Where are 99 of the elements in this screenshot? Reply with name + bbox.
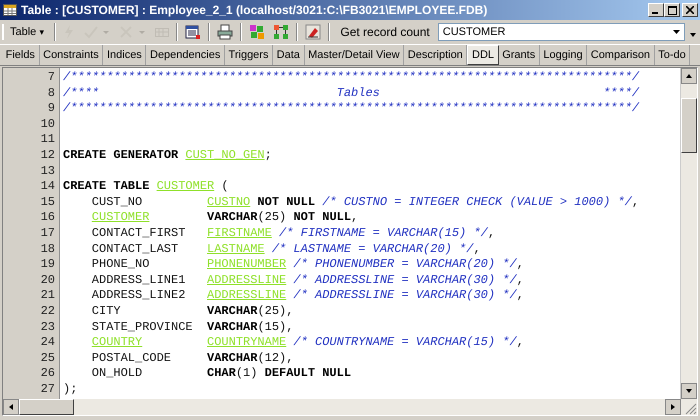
sql-comment: /* LASTNAME = VARCHAR(20) */ [272, 242, 474, 256]
tab[interactable]: Grants [498, 45, 540, 65]
object-combo[interactable]: CUSTOMER [438, 23, 685, 41]
sql-keyword: VARCHAR [207, 304, 258, 318]
maximize-icon [668, 6, 676, 14]
sql-comment: /* FIRSTNAME = VARCHAR(15) */ [279, 226, 488, 240]
sql-keyword: NOT NULL [293, 210, 352, 224]
code-text: (25), [257, 304, 294, 318]
close-icon [686, 6, 694, 14]
line-number: 21 [40, 288, 56, 304]
code-text: , [516, 272, 524, 287]
line-number: 10 [40, 116, 56, 132]
code-text: , [488, 226, 496, 240]
line-number: 23 [40, 320, 56, 336]
column-name: STATE_PROVINCE [92, 320, 193, 334]
tab[interactable]: To-do [654, 45, 690, 65]
code-text: ); [63, 382, 78, 396]
tab[interactable]: Data [273, 45, 304, 65]
sql-keyword: CHAR [207, 366, 236, 380]
line-number: 14 [40, 179, 56, 195]
get-record-count-button[interactable]: Get record count [334, 23, 436, 41]
line-number: 9 [46, 101, 56, 117]
tab[interactable]: Indices [103, 45, 146, 65]
code-text: (15), [257, 320, 294, 334]
line-number: 7 [46, 70, 56, 86]
sql-comment: /**** Tables ****/ [63, 86, 640, 100]
code-text: , [351, 210, 358, 224]
line-number: 26 [40, 366, 56, 382]
code-text: , [473, 242, 481, 256]
sql-comment: /******************************************************************************/ [63, 70, 640, 84]
sql-keyword: DEFAULT NULL [264, 366, 352, 380]
column-name: CONTACT_LAST [92, 242, 178, 256]
maximize-button[interactable] [664, 3, 680, 17]
scroll-down-icon[interactable] [681, 383, 697, 399]
sql-keyword: VARCHAR [207, 210, 258, 224]
code-text: , [632, 194, 640, 209]
column-name: ADDRESS_LINE2 [92, 288, 186, 302]
line-number: 17 [40, 226, 56, 242]
line-number: 8 [46, 86, 56, 102]
sql-comment: /* ADDRESSLINE = VARCHAR(30) */ [293, 288, 517, 302]
sql-keyword: VARCHAR [207, 320, 258, 334]
code-text: , [516, 335, 524, 350]
code-text: (1) [236, 366, 258, 380]
line-number: 11 [40, 132, 56, 148]
line-number: 25 [40, 350, 56, 366]
line-number: 22 [40, 304, 56, 320]
chevron-icon[interactable] [690, 33, 696, 37]
sql-comment: /* CUSTNO = INTEGER CHECK (VALUE > 1000) */ [322, 194, 632, 209]
scroll-thumb[interactable] [681, 98, 697, 153]
tab[interactable]: Triggers [224, 45, 274, 65]
code-text: ( [221, 179, 229, 194]
sql-comment: /* PHONENUMBER = VARCHAR(20) */ [293, 257, 517, 272]
horizontal-scrollbar[interactable] [3, 399, 697, 415]
line-number: 12 [40, 148, 56, 164]
column-name: ON_HOLD [92, 366, 142, 380]
column-name: CONTACT_FIRST [92, 226, 186, 240]
window-title: Table : [CUSTOMER] : Employee_2_1 (localhost/3021:C:\FB3021\EMPLOYEE.FDB) [21, 3, 488, 17]
tab[interactable]: Constraints [40, 45, 104, 65]
sql-comment: /* COUNTRYNAME = VARCHAR(15) */ [293, 335, 517, 350]
minimize-button[interactable] [648, 3, 664, 17]
sql-keyword: CREATE GENERATOR [63, 148, 178, 162]
column-name: POSTAL_CODE [92, 350, 172, 365]
table-icon [3, 4, 17, 16]
code-text: ; [264, 148, 272, 162]
sql-keyword: CREATE TABLE [63, 179, 150, 194]
vertical-scrollbar[interactable] [681, 68, 697, 399]
sql-comment: /******************************************************************************/ [63, 101, 640, 116]
line-number: 18 [40, 242, 56, 258]
line-number: 20 [40, 272, 56, 288]
line-number: 13 [40, 164, 56, 180]
code-text: (25) [257, 210, 286, 224]
tab[interactable]: Logging [540, 45, 588, 65]
line-number: 27 [40, 382, 56, 398]
scroll-right-icon[interactable] [665, 399, 681, 415]
column-name: CUST_NO [92, 194, 142, 209]
tab[interactable]: Comparison [587, 45, 655, 65]
line-number: 19 [40, 257, 56, 273]
sql-comment: /* ADDRESSLINE = VARCHAR(30) */ [293, 272, 517, 287]
column-name: PHONE_NO [92, 257, 150, 272]
dropdown-icon [673, 30, 680, 34]
tab[interactable]: Dependencies [146, 45, 225, 65]
scroll-left-icon[interactable] [3, 399, 19, 415]
tab[interactable]: Fields [2, 45, 40, 65]
tab[interactable]: Master/Detail View [304, 45, 404, 65]
scroll-thumb[interactable] [19, 399, 74, 415]
code-text: , [516, 257, 524, 272]
line-number: 16 [40, 210, 56, 226]
sql-keyword: NOT NULL [257, 194, 316, 209]
tab[interactable]: DDL [467, 45, 499, 65]
close-button[interactable] [682, 3, 698, 17]
line-number: 24 [40, 335, 56, 351]
table-menu-button[interactable]: Table ▾ [2, 24, 50, 40]
code-text: (12), [257, 350, 294, 365]
sql-keyword: VARCHAR [207, 350, 258, 365]
scroll-up-icon[interactable] [681, 68, 697, 84]
code-text: , [516, 288, 524, 302]
line-number: 15 [40, 194, 56, 210]
column-name: CITY [92, 304, 121, 318]
column-name: ADDRESS_LINE1 [92, 272, 186, 287]
